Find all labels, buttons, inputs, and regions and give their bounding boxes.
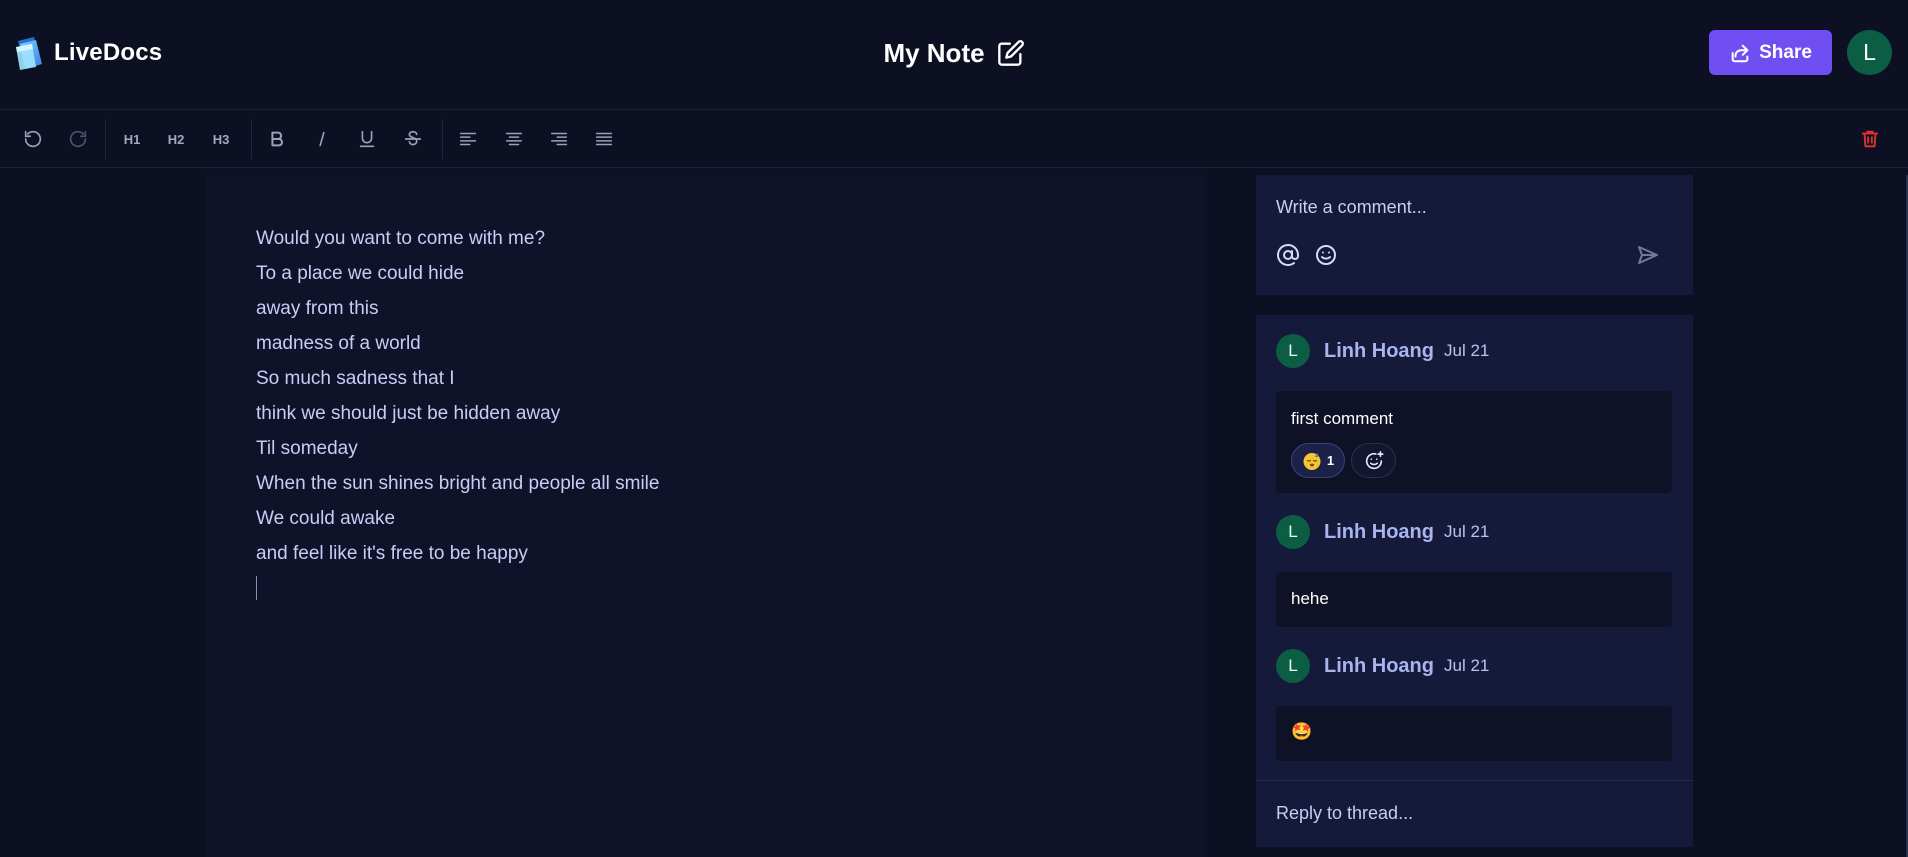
editor-content[interactable]: Would you want to come with me? To a pla… <box>256 221 659 571</box>
comment-body: first comment z 1 <box>1276 391 1672 493</box>
editor-line[interactable]: So much sadness that I <box>256 361 659 396</box>
editor-line[interactable]: think we should just be hidden away <box>256 396 659 431</box>
italic-button[interactable] <box>304 121 340 157</box>
share-icon <box>1731 44 1749 62</box>
comment-header: L Linh Hoang Jul 21 <box>1276 514 1489 550</box>
strikethrough-icon <box>404 130 422 146</box>
emoji-button[interactable] <box>1314 243 1342 271</box>
align-right-icon <box>550 132 568 146</box>
trash-icon <box>1861 130 1879 148</box>
comment-date: Jul 21 <box>1443 522 1490 541</box>
italic-icon <box>319 131 325 147</box>
heading-3-button[interactable]: H3 <box>203 121 239 157</box>
smiley-icon <box>1316 245 1336 265</box>
comment-composer: Write a comment... <box>1256 175 1693 295</box>
user-avatar[interactable]: L <box>1847 30 1892 75</box>
comment-date: Jul 21 <box>1443 656 1490 675</box>
edit-title-icon[interactable] <box>997 39 1025 67</box>
star-struck-emoji: 🤩 <box>1291 722 1313 741</box>
sleeping-face-icon: z <box>1303 452 1321 470</box>
align-left-button[interactable] <box>450 121 486 157</box>
comment-thread: L Linh Hoang Jul 21 first comment z 1 L … <box>1256 315 1693 847</box>
livedocs-logo-icon <box>16 37 42 70</box>
toolbar-divider <box>251 119 252 159</box>
align-justify-button[interactable] <box>586 121 622 157</box>
text-caret <box>256 576 257 600</box>
add-emoji-icon <box>1365 450 1384 469</box>
align-center-button[interactable] <box>496 121 532 157</box>
send-icon <box>1638 246 1658 264</box>
comment-input[interactable]: Write a comment... <box>1276 197 1666 218</box>
reply-input[interactable]: Reply to thread... <box>1276 803 1413 824</box>
app-name: LiveDocs <box>54 39 163 66</box>
bold-button[interactable] <box>259 121 295 157</box>
editor-line[interactable]: Would you want to come with me? <box>256 221 659 256</box>
reply-divider <box>1256 780 1693 781</box>
comment-date: Jul 21 <box>1443 341 1490 360</box>
delete-document-button[interactable] <box>1852 121 1888 157</box>
document-editor[interactable]: Would you want to come with me? To a pla… <box>206 175 1205 857</box>
reaction-chip[interactable]: z 1 <box>1291 443 1345 478</box>
mention-button[interactable] <box>1276 243 1304 271</box>
comment-body: 🤩 <box>1276 706 1672 761</box>
share-button[interactable]: Share <box>1709 30 1832 75</box>
editor-line[interactable]: and feel like it's free to be happy <box>256 536 659 571</box>
editor-line[interactable]: We could awake <box>256 501 659 536</box>
comment-header: L Linh Hoang Jul 21 <box>1276 648 1489 684</box>
heading-3-label: H3 <box>212 131 230 147</box>
heading-1-label: H1 <box>123 131 141 147</box>
editor-line[interactable]: away from this <box>256 291 659 326</box>
heading-2-label: H2 <box>167 131 185 147</box>
comment-text: first comment <box>1291 409 1394 428</box>
comment-text: hehe <box>1291 589 1329 608</box>
commenter-avatar: L <box>1276 649 1310 683</box>
at-sign-icon <box>1277 244 1299 266</box>
bold-icon <box>271 131 283 147</box>
editor-line[interactable]: When the sun shines bright and people al… <box>256 466 659 501</box>
add-reaction-button[interactable] <box>1351 443 1396 478</box>
align-left-icon <box>459 132 477 146</box>
align-center-icon <box>505 132 523 146</box>
underline-icon <box>359 130 375 148</box>
align-justify-icon <box>595 132 613 146</box>
share-button-label: Share <box>1759 41 1812 63</box>
undo-button[interactable] <box>15 121 51 157</box>
heading-1-button[interactable]: H1 <box>114 121 150 157</box>
document-title[interactable]: My Note <box>883 38 984 69</box>
editor-line[interactable]: Til someday <box>256 431 659 466</box>
reaction-count: 1 <box>1326 453 1335 468</box>
commenter-name: Linh Hoang <box>1324 339 1434 362</box>
align-right-button[interactable] <box>541 121 577 157</box>
underline-button[interactable] <box>349 121 385 157</box>
editor-line[interactable]: To a place we could hide <box>256 256 659 291</box>
formatting-toolbar: H1 H2 H3 <box>0 111 1908 168</box>
redo-button[interactable] <box>60 121 96 157</box>
commenter-avatar: L <box>1276 334 1310 368</box>
toolbar-divider <box>442 119 443 159</box>
heading-2-button[interactable]: H2 <box>158 121 194 157</box>
svg-text:z: z <box>1315 452 1319 459</box>
comment-header: L Linh Hoang Jul 21 <box>1276 333 1489 369</box>
commenter-name: Linh Hoang <box>1324 654 1434 677</box>
commenter-avatar: L <box>1276 515 1310 549</box>
editor-line[interactable]: madness of a world <box>256 326 659 361</box>
strikethrough-button[interactable] <box>395 121 431 157</box>
app-logo[interactable]: LiveDocs <box>14 34 162 72</box>
redo-icon <box>69 130 87 148</box>
comment-body: hehe <box>1276 572 1672 627</box>
send-comment-button[interactable] <box>1636 243 1664 271</box>
toolbar-divider <box>105 119 106 159</box>
commenter-name: Linh Hoang <box>1324 520 1434 543</box>
undo-icon <box>24 130 42 148</box>
top-header: LiveDocs My Note Share L <box>0 0 1908 110</box>
